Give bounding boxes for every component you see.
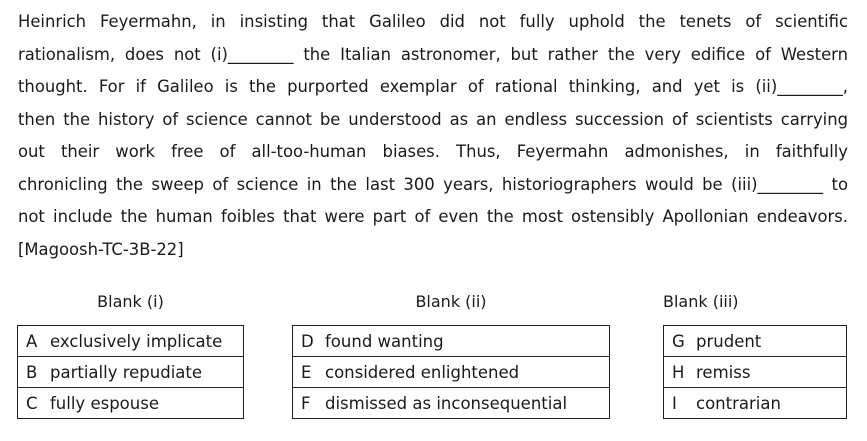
blank-ii-header: Blank (ii) bbox=[415, 292, 487, 311]
answer-option-h[interactable]: Hremiss bbox=[663, 356, 847, 388]
option-letter: C bbox=[26, 393, 38, 413]
answer-option-d[interactable]: Dfound wanting bbox=[292, 325, 610, 357]
passage-line: thought. For if Galileo is the purported… bbox=[18, 77, 848, 96]
blank-i-header: Blank (i) bbox=[97, 292, 164, 311]
passage-line: rationalism, does not (i)________ the It… bbox=[18, 44, 848, 64]
answer-option-b[interactable]: Bpartially repudiate bbox=[17, 356, 244, 388]
passage-line: not include the human foibles that were … bbox=[18, 207, 848, 226]
answer-option-e[interactable]: Econsidered enlightened bbox=[292, 356, 610, 388]
option-letter: H bbox=[672, 362, 685, 382]
option-text: contrarian bbox=[696, 393, 781, 413]
answer-option-i[interactable]: Icontrarian bbox=[663, 387, 847, 419]
passage-line: out their work free of all-too-human bia… bbox=[18, 142, 848, 161]
blank-i-options: Aexclusively implicate Bpartially repudi… bbox=[17, 325, 244, 419]
option-text: dismissed as inconsequential bbox=[325, 393, 568, 413]
answer-option-f[interactable]: Fdismissed as inconsequential bbox=[292, 387, 610, 419]
blank-ii-options: Dfound wanting Econsidered enlightened F… bbox=[292, 325, 610, 419]
passage-line: Heinrich Feyermahn, in insisting that Ga… bbox=[18, 12, 848, 31]
option-letter: E bbox=[301, 362, 312, 382]
option-text: found wanting bbox=[325, 331, 444, 351]
blank-iii-header: Blank (iii) bbox=[663, 292, 739, 311]
blank-iii-options: Gprudent Hremiss Icontrarian bbox=[663, 325, 847, 419]
option-text: considered enlightened bbox=[325, 362, 520, 382]
option-letter: B bbox=[26, 362, 38, 382]
passage-text: Heinrich Feyermahn, in insisting that Ga… bbox=[18, 6, 848, 266]
option-text: remiss bbox=[696, 362, 751, 382]
passage-line: then the history of science cannot be un… bbox=[18, 109, 848, 129]
option-letter: F bbox=[301, 393, 311, 413]
answer-option-a[interactable]: Aexclusively implicate bbox=[17, 325, 244, 357]
option-text: prudent bbox=[696, 331, 762, 351]
option-text: exclusively implicate bbox=[50, 331, 223, 351]
answer-option-c[interactable]: Cfully espouse bbox=[17, 387, 244, 419]
option-text: partially repudiate bbox=[50, 362, 203, 382]
option-text: fully espouse bbox=[50, 393, 159, 413]
option-letter: D bbox=[301, 331, 314, 351]
option-letter: G bbox=[672, 331, 685, 351]
option-letter: A bbox=[26, 331, 38, 351]
source-tag: [Magoosh-TC-3B-22] bbox=[18, 239, 184, 259]
option-letter: I bbox=[672, 393, 677, 413]
passage-line: chronicling the sweep of science in the … bbox=[18, 174, 848, 194]
answer-option-g[interactable]: Gprudent bbox=[663, 325, 847, 357]
